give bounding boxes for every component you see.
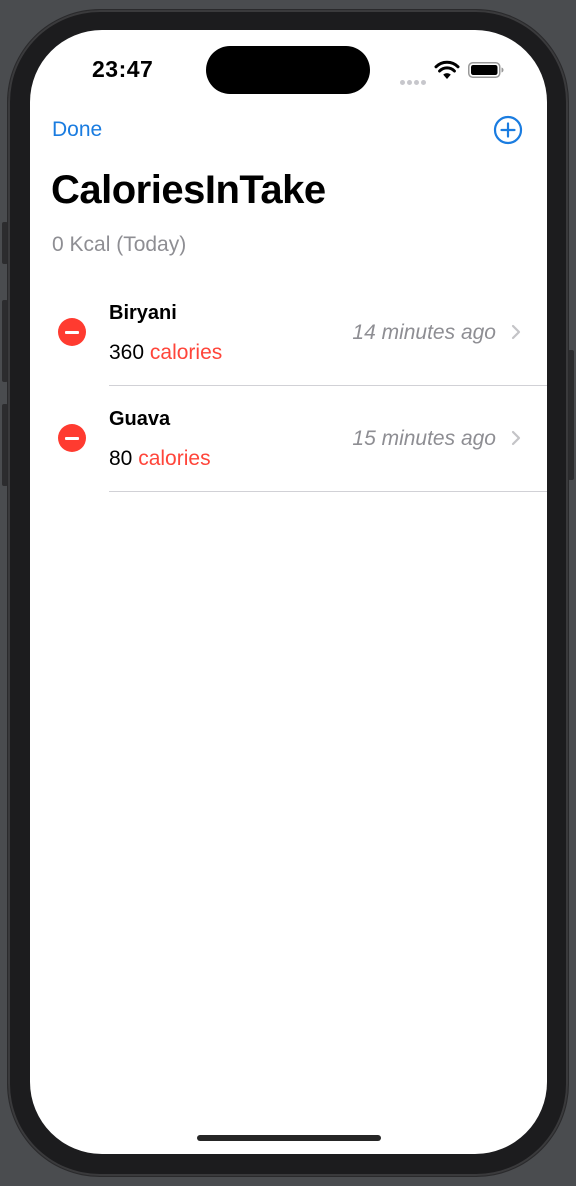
food-name: Guava	[109, 408, 171, 430]
food-entry-list: Biryani 360 calories 14 minutes ago Guav…	[30, 280, 547, 492]
power-button	[568, 350, 574, 480]
calorie-unit: calories	[138, 447, 211, 470]
daily-total: 0 Kcal (Today)	[52, 233, 187, 256]
wifi-icon	[434, 60, 460, 79]
list-item[interactable]: Guava 80 calories 15 minutes ago	[30, 386, 547, 492]
page-title: CaloriesInTake	[51, 168, 326, 212]
calorie-unit: calories	[149, 341, 223, 364]
delete-icon[interactable]	[58, 318, 86, 346]
plus-circle-icon[interactable]	[493, 115, 523, 145]
status-time: 23:47	[92, 56, 154, 82]
phone-screen: 23:47 Done CaloriesInTake 0 Kcal (Today)…	[30, 30, 547, 1154]
done-button[interactable]: Done	[52, 118, 102, 142]
entry-timestamp: 15 minutes ago	[352, 427, 496, 450]
home-indicator	[197, 1135, 381, 1141]
list-item[interactable]: Biryani 360 calories 14 minutes ago	[30, 280, 547, 386]
delete-icon[interactable]	[58, 424, 86, 452]
calorie-amount: 360 calories	[109, 341, 222, 365]
calorie-value: 360	[109, 341, 145, 364]
entry-timestamp: 14 minutes ago	[352, 321, 496, 344]
chevron-right-icon	[511, 430, 521, 446]
row-divider	[109, 491, 547, 492]
food-name: Biryani	[109, 302, 177, 324]
dynamic-island	[206, 46, 370, 94]
calorie-amount: 80 calories	[109, 447, 211, 471]
cellular-signal-icon	[400, 72, 428, 85]
calorie-value: 80	[109, 447, 133, 470]
chevron-right-icon	[511, 324, 521, 340]
battery-icon	[468, 62, 504, 78]
